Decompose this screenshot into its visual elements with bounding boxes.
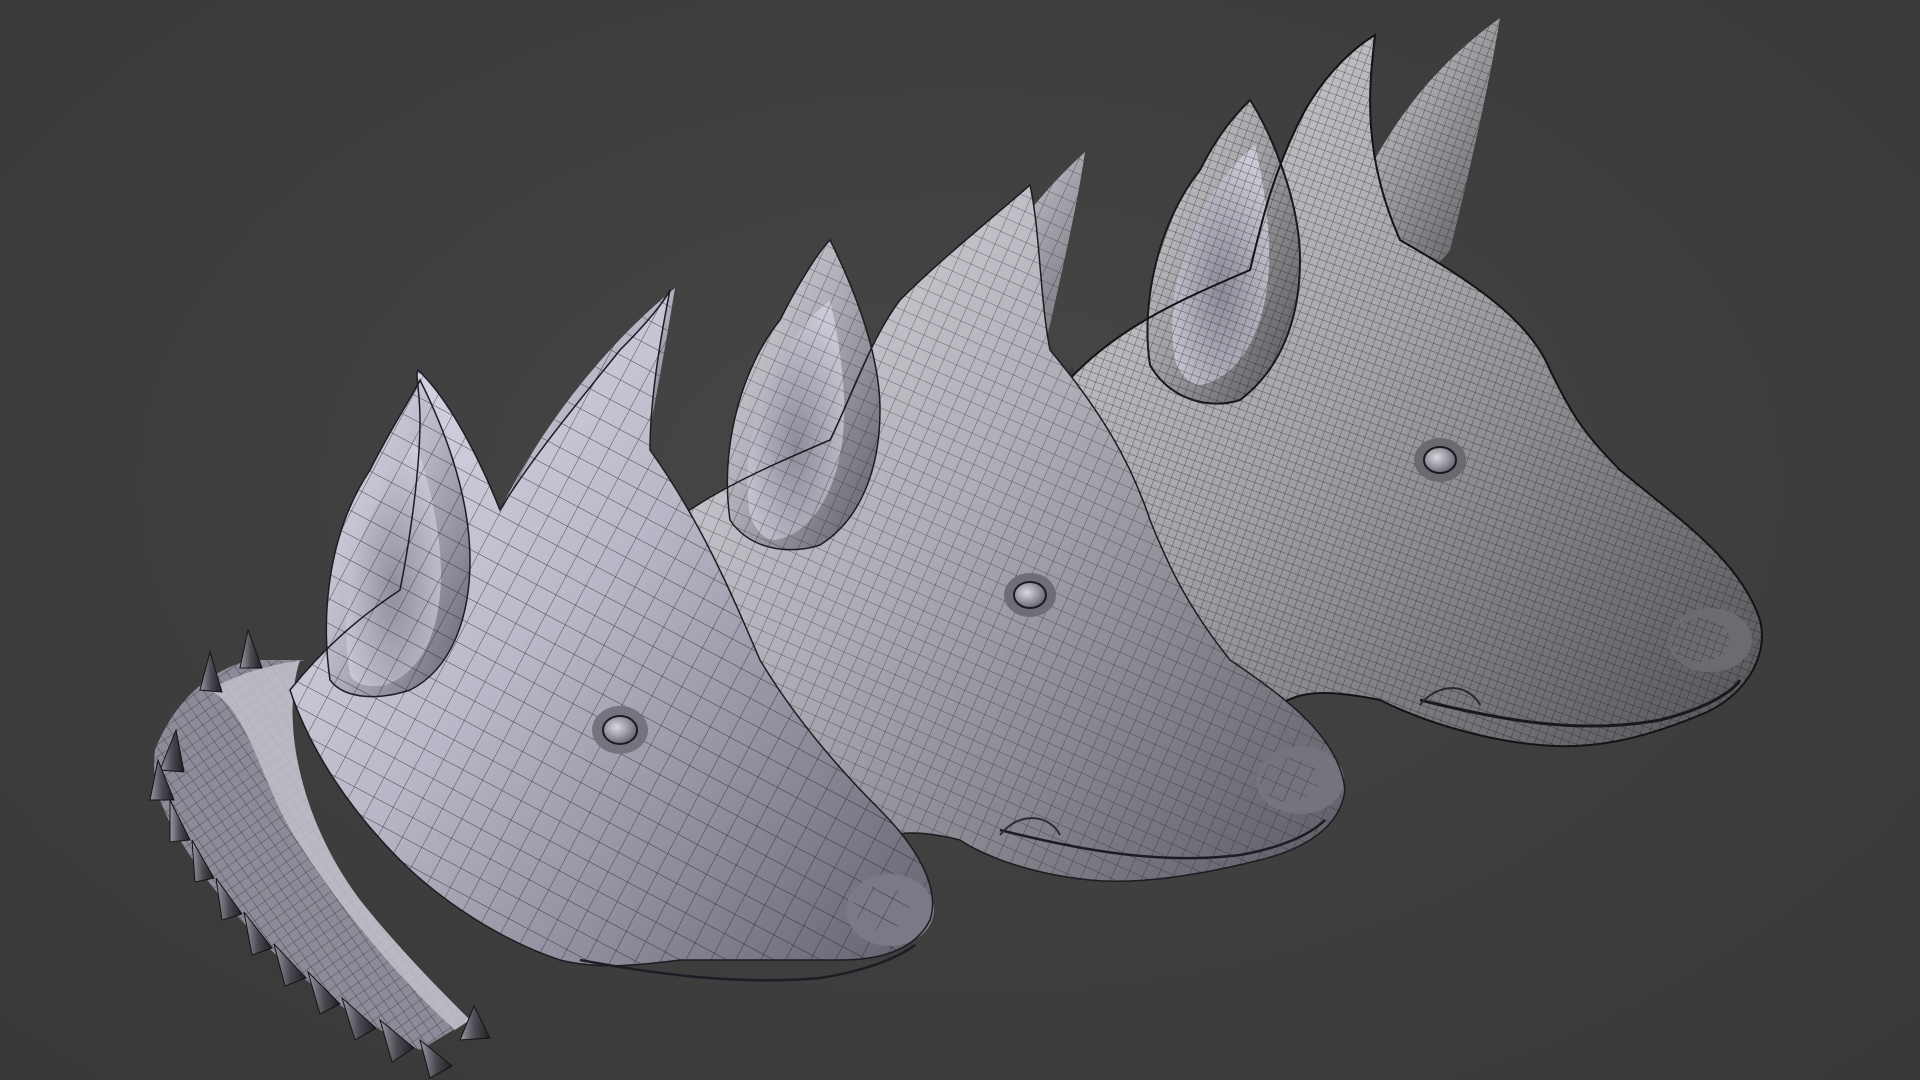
wireframe-render [149,18,1763,1079]
3d-viewport[interactable] [0,0,1920,1080]
